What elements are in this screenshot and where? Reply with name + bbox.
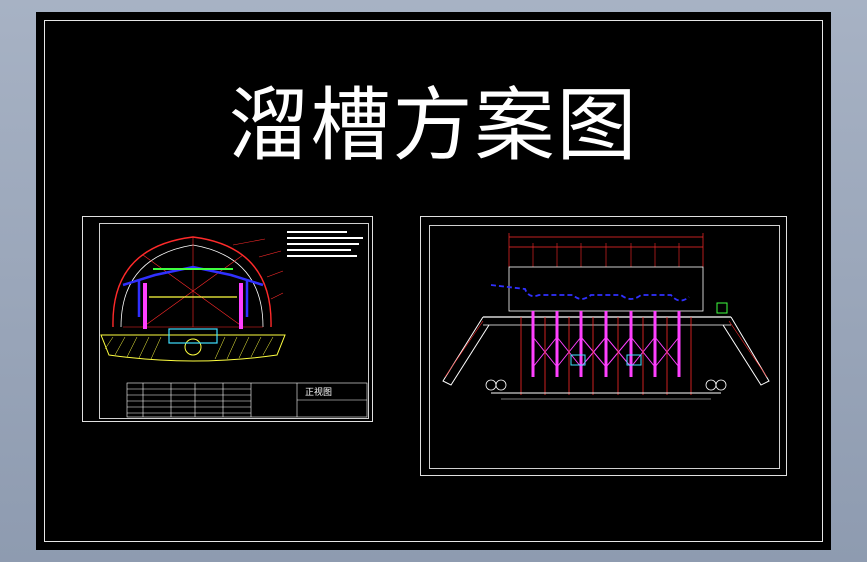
title-block-label: 正视图 xyxy=(305,388,333,398)
chute-elevation-drawing xyxy=(442,233,770,400)
sheet-title: 溜槽方案图 xyxy=(228,79,639,172)
right-drawing-frame[interactable] xyxy=(420,216,787,476)
left-drawing-frame[interactable]: 正视图 xyxy=(82,216,373,422)
drawing-sheet: 溜槽方案图 正视图 xyxy=(36,12,831,550)
